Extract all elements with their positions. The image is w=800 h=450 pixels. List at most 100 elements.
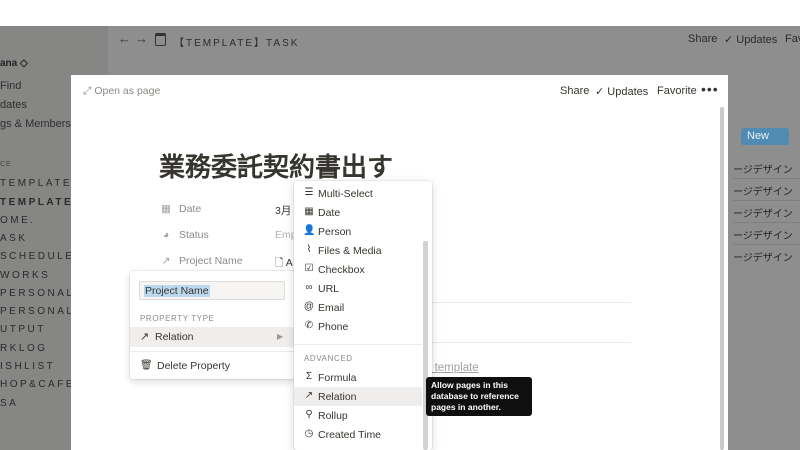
trash-icon: 🗑	[140, 360, 153, 371]
sidebar-page[interactable]: HOP&CAFE	[0, 379, 75, 390]
property-type-selector[interactable]: ↗ Relation ▶	[130, 327, 295, 347]
type-option-files-media[interactable]: ⌇ Files & Media	[294, 241, 422, 260]
share-button[interactable]: Share	[688, 33, 717, 45]
relation-tooltip: Allow pages in this database to referenc…	[426, 377, 532, 416]
sidebar-page[interactable]: ASK	[0, 233, 28, 244]
option-label: Formula	[318, 372, 357, 384]
property-name-input[interactable]: Project Name	[139, 281, 285, 300]
type-option-formula[interactable]: Σ Formula	[294, 368, 422, 387]
expand-icon: ⤢	[83, 85, 95, 97]
paperclip-icon: ⌇	[306, 244, 312, 255]
sidebar-page[interactable]: ISHLIST	[0, 361, 55, 372]
option-label: Email	[318, 302, 345, 314]
advanced-section-label: ADVANCED	[304, 354, 353, 363]
updates-button[interactable]: ✓ Updates	[724, 33, 777, 46]
sidebar-item-updates[interactable]: dates	[0, 99, 27, 111]
row-divider	[733, 178, 800, 179]
modal-share-button[interactable]: Share	[560, 85, 589, 97]
option-label: Checkbox	[318, 264, 365, 276]
open-as-page-label: Open as page	[94, 85, 161, 97]
list-icon: ☰	[304, 187, 314, 198]
back-arrow-icon[interactable]: ←	[118, 31, 131, 46]
sidebar-page[interactable]: TEMPLATE]	[0, 178, 77, 189]
type-option-email[interactable]: @ Email	[294, 298, 422, 317]
modal-favorite-button[interactable]: Favorite	[657, 85, 697, 97]
option-label: Files & Media	[318, 245, 382, 257]
sidebar-page-active[interactable]: TEMPLATE]	[0, 197, 79, 208]
property-status[interactable]: ◕ Status	[159, 229, 209, 241]
table-row[interactable]: ージデザイン	[733, 227, 793, 242]
sidebar-item-find[interactable]: Find	[0, 80, 21, 92]
arrow-up-right-icon: ↗	[140, 331, 150, 343]
top-bar: ← → 【TEMPLATE】TASK Share ✓ Updates Fav	[108, 26, 800, 52]
option-label: Phone	[318, 321, 349, 333]
workspace-switcher[interactable]: ana ◇	[0, 58, 28, 69]
sidebar-page[interactable]: OME.	[0, 215, 36, 226]
status-icon: ◕	[162, 229, 170, 241]
row-divider	[733, 200, 800, 201]
sidebar-page[interactable]: UTPUT	[0, 324, 46, 335]
window-top-strip	[0, 0, 800, 26]
divider	[431, 342, 631, 343]
property-date[interactable]: ▦ Date	[159, 203, 201, 215]
arrow-up-right-icon: ↗	[161, 255, 171, 267]
table-row[interactable]: ージデザイン	[733, 205, 793, 220]
new-button[interactable]: New	[741, 128, 789, 145]
option-label: Date	[318, 207, 341, 219]
sidebar-item-settings-members[interactable]: gs & Members	[0, 118, 71, 130]
row-divider	[733, 222, 800, 223]
option-label: Created Time	[318, 429, 382, 441]
table-row[interactable]: ージデザイン	[733, 161, 793, 176]
property-value[interactable]: 3月	[275, 203, 291, 218]
breadcrumb-page-title[interactable]: 【TEMPLATE】TASK	[174, 34, 299, 49]
clock-icon: ◷	[304, 428, 314, 439]
property-type-label: PROPERTY TYPE	[140, 314, 215, 323]
type-option-phone[interactable]: ✆ Phone	[294, 317, 422, 336]
sidebar-page[interactable]: SA	[0, 398, 18, 409]
document-icon: 🗋	[275, 257, 286, 269]
chevron-right-icon: ▶	[277, 332, 284, 341]
type-option-multi-select[interactable]: ☰ Multi-Select	[294, 184, 422, 203]
delete-property-label: Delete Property	[157, 360, 230, 372]
sidebar-page[interactable]: SCHEDULE	[0, 251, 74, 262]
more-options-icon[interactable]: •••	[701, 81, 719, 97]
calendar-icon	[155, 33, 166, 46]
option-label: Relation	[318, 391, 357, 403]
type-option-created-time[interactable]: ◷ Created Time	[294, 425, 422, 444]
type-option-checkbox[interactable]: ☑ Checkbox	[294, 260, 422, 279]
arrow-up-right-icon: ↗	[304, 390, 314, 401]
sidebar-page[interactable]: WORKS	[0, 270, 50, 281]
page-title[interactable]: 業務委託契約書出す	[159, 147, 393, 184]
check-icon: ✓	[595, 86, 608, 98]
type-option-url[interactable]: ∞ URL	[294, 279, 422, 298]
forward-arrow-icon[interactable]: →	[135, 31, 148, 46]
modal-updates-button[interactable]: ✓ Updates	[595, 85, 648, 98]
modal-updates-label: Updates	[607, 86, 649, 98]
property-edit-menu: Project Name PROPERTY TYPE ↗ Relation ▶ …	[130, 271, 295, 379]
property-name: Project Name	[179, 255, 243, 267]
calendar-icon: ▦	[304, 206, 314, 217]
type-option-relation[interactable]: ↗ Relation	[294, 387, 422, 406]
property-project-name[interactable]: ↗ Project Name	[159, 255, 243, 267]
modal-scrollbar[interactable]	[720, 107, 724, 450]
person-icon: 👤	[303, 225, 316, 236]
table-row[interactable]: ージデザイン	[733, 183, 793, 198]
menu-divider	[130, 351, 295, 352]
property-type-dropdown: ☰ Multi-Select ▦ Date 👤 Person ⌇ Files & Med…	[294, 181, 432, 450]
open-as-page-button[interactable]: ⤢ Open as page	[83, 85, 160, 98]
type-option-person[interactable]: 👤 Person	[294, 222, 422, 241]
dropdown-scrollbar[interactable]	[423, 241, 428, 450]
check-icon: ✓	[724, 34, 737, 46]
type-option-date[interactable]: ▦ Date	[294, 203, 422, 222]
checkbox-icon: ☑	[304, 263, 314, 274]
option-label: Rollup	[318, 410, 348, 422]
at-icon: @	[303, 301, 315, 312]
delete-property-button[interactable]: 🗑 Delete Property	[130, 357, 295, 375]
table-row[interactable]: ージデザイン	[733, 249, 793, 264]
sigma-icon: Σ	[305, 371, 313, 382]
type-option-rollup[interactable]: ⚲ Rollup	[294, 406, 422, 425]
template-link[interactable]: a template	[425, 362, 479, 374]
option-label: Multi-Select	[318, 188, 373, 200]
sidebar-page[interactable]: RKLOG	[0, 343, 48, 354]
favorite-button[interactable]: Fav	[785, 33, 800, 45]
